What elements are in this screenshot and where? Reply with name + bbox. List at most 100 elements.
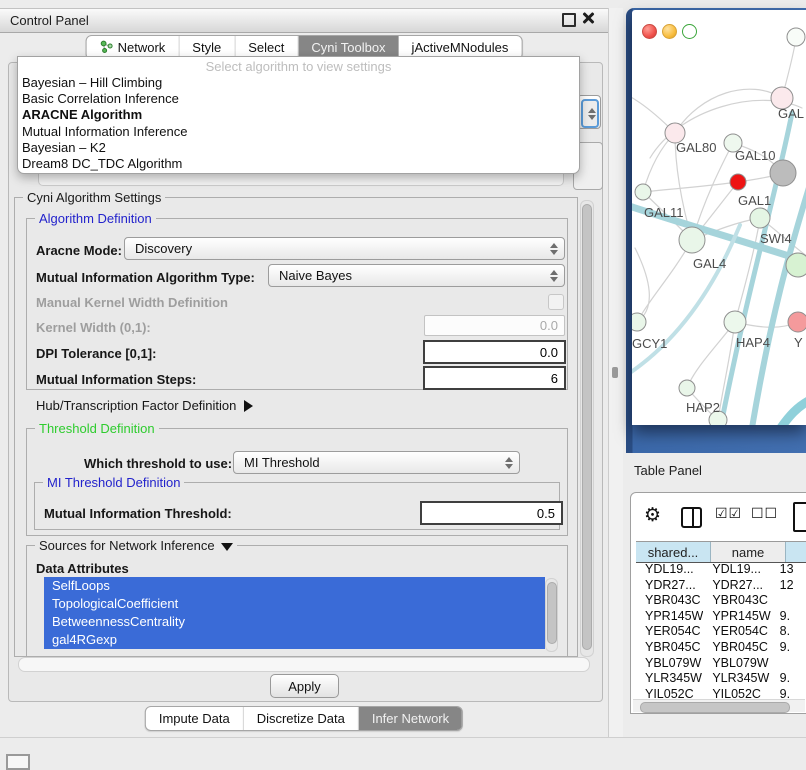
attribute-item-betweennesscentrality[interactable]: BetweennessCentrality	[44, 613, 545, 631]
network-node[interactable]	[679, 380, 695, 396]
tab-label: Select	[248, 40, 284, 55]
network-node[interactable]	[786, 253, 806, 277]
minimized-panel-icon[interactable]	[6, 754, 30, 770]
kernel-width-label: Kernel Width (0,1):	[36, 320, 151, 335]
attribute-item-topologicalcoefficient[interactable]: TopologicalCoefficient	[44, 595, 545, 613]
network-edge	[637, 240, 692, 322]
algorithm-option-basic-correlation-inference[interactable]: Basic Correlation Inference	[22, 91, 575, 107]
algorithm-option-dream8-dc-tdc-algorithm[interactable]: Dream8 DC_TDC Algorithm	[22, 156, 575, 172]
dpi-tolerance-input[interactable]	[423, 340, 566, 364]
node-label-hap4: HAP4	[736, 335, 770, 350]
sources-title: Sources for Network Inference	[39, 538, 215, 553]
table-row[interactable]: YDL19...YDL19...13	[636, 562, 806, 578]
mi-threshold-input[interactable]	[420, 501, 563, 525]
data-attributes-label: Data Attributes	[36, 561, 129, 576]
columns-icon[interactable]	[681, 507, 702, 528]
table-cell: YBR045C	[703, 640, 770, 656]
sources-title-wrap[interactable]: Sources for Network Inference	[35, 538, 237, 553]
settings-vertical-scrollbar[interactable]	[580, 200, 594, 657]
algorithm-definition-title: Algorithm Definition	[35, 211, 156, 226]
split-handle[interactable]	[612, 367, 618, 378]
table-row[interactable]: YPR145WYPR145W9.	[636, 609, 806, 625]
algorithm-dropdown-popup: Select algorithm to view settings Bayesi…	[17, 56, 580, 174]
table-row[interactable]: YER054CYER054C8.	[636, 624, 806, 640]
manual-kernel-width-label: Manual Kernel Width Definition	[36, 295, 228, 310]
table-cell: YER054C	[703, 624, 770, 640]
network-node[interactable]	[679, 227, 705, 253]
tab-label: Network	[118, 40, 166, 55]
expand-triangle-icon	[221, 543, 233, 551]
node-label-gal: GAL	[778, 106, 804, 121]
bottom-tab-label: Infer Network	[372, 711, 449, 726]
bottom-tab-impute-data[interactable]: Impute Data	[146, 707, 244, 730]
settings-horizontal-scrollbar[interactable]	[18, 657, 590, 672]
column-header-hidden[interactable]	[786, 542, 806, 562]
manual-kernel-width-checkbox[interactable]	[548, 294, 564, 310]
table-cell: 9.	[771, 609, 806, 625]
mi-threshold-label: Mutual Information Threshold:	[44, 506, 232, 521]
mi-steps-input[interactable]	[423, 366, 566, 390]
mi-threshold-group-title: MI Threshold Definition	[43, 475, 184, 490]
table-header: shared...name	[636, 541, 806, 563]
spinner-icon	[550, 243, 557, 255]
table-row[interactable]: YBR045CYBR045C9.	[636, 640, 806, 656]
algorithm-option-bayesian-k2[interactable]: Bayesian – K2	[22, 140, 575, 156]
mi-steps-label: Mutual Information Steps:	[36, 372, 196, 387]
table-row[interactable]: YLR345WYLR345W9.	[636, 671, 806, 687]
node-label-hap2: HAP2	[686, 400, 720, 415]
mi-algorithm-type-combo[interactable]: Naive Bayes	[268, 264, 565, 287]
network-node[interactable]	[770, 160, 796, 186]
network-node[interactable]	[724, 311, 746, 333]
spinner-icon	[505, 457, 512, 469]
network-node[interactable]	[788, 312, 806, 332]
network-view-canvas[interactable]: GALGAL80GAL10GAL1GAL11SWI4GAL4GCY1HAP4YH…	[632, 10, 806, 425]
collapse-triangle-icon	[244, 400, 253, 412]
close-icon[interactable]	[582, 12, 594, 24]
attributes-scrollbar[interactable]	[545, 578, 558, 652]
table-cell: YBR043C	[636, 593, 703, 609]
dpi-tolerance-label: DPI Tolerance [0,1]:	[36, 346, 156, 361]
network-node[interactable]	[632, 313, 646, 331]
apply-button[interactable]: Apply	[270, 674, 339, 698]
attribute-item-selfloops[interactable]: SelfLoops	[44, 577, 545, 595]
spinner-icon	[550, 270, 557, 282]
aracne-mode-value: Discovery	[135, 241, 192, 256]
table-row[interactable]: YBR043CYBR043C	[636, 593, 806, 609]
which-threshold-combo[interactable]: MI Threshold	[233, 451, 520, 474]
bottom-tab-infer-network[interactable]: Infer Network	[359, 707, 462, 730]
algorithm-option-aracne-algorithm[interactable]: ARACNE Algorithm	[22, 107, 575, 123]
gear-icon[interactable]: ⚙	[644, 504, 661, 526]
tab-label: jActiveMNodules	[412, 40, 509, 55]
node-label-gal1: GAL1	[738, 193, 771, 208]
kernel-width-input[interactable]	[424, 315, 565, 336]
file-icon[interactable]	[793, 502, 806, 532]
network-edge	[767, 395, 806, 425]
table-horizontal-scrollbar[interactable]	[633, 699, 805, 712]
column-header-shared[interactable]: shared...	[636, 542, 711, 562]
algorithm-option-mutual-information-inference[interactable]: Mutual Information Inference	[22, 124, 575, 140]
network-node[interactable]	[635, 184, 651, 200]
network-node[interactable]	[730, 174, 746, 190]
attribute-item-gal4rgexp[interactable]: gal4RGexp	[44, 631, 545, 649]
network-node[interactable]	[750, 208, 770, 228]
table-cell	[771, 656, 806, 672]
table-cell: YLR345W	[703, 671, 770, 687]
column-header-name[interactable]: name	[711, 542, 786, 562]
hub-definition-toggle[interactable]: Hub/Transcription Factor Definition	[36, 397, 253, 415]
table-cell: YBL079W	[703, 656, 770, 672]
algorithm-option-bayesian-hill-climbing[interactable]: Bayesian – Hill Climbing	[22, 75, 575, 91]
table-cell: YDL19...	[703, 562, 770, 578]
table-cell: 9.	[771, 640, 806, 656]
aracne-mode-combo[interactable]: Discovery	[124, 237, 565, 260]
select-all-icon[interactable]: ☑☑	[715, 506, 742, 522]
bottom-tab-discretize-data[interactable]: Discretize Data	[244, 707, 359, 730]
table-rows: YDL19...YDL19...13YDR27...YDR27...12YBR0…	[636, 562, 806, 702]
float-panel-icon[interactable]	[562, 13, 576, 27]
deselect-all-icon[interactable]: ☐☐	[751, 506, 778, 522]
table-cell: YER054C	[636, 624, 703, 640]
table-row[interactable]: YDR27...YDR27...12	[636, 578, 806, 594]
network-node[interactable]	[787, 28, 805, 46]
table-panel-title: Table Panel	[634, 463, 702, 478]
inference-algorithm-combo-partial[interactable]	[577, 95, 601, 129]
table-row[interactable]: YBL079WYBL079W	[636, 656, 806, 672]
